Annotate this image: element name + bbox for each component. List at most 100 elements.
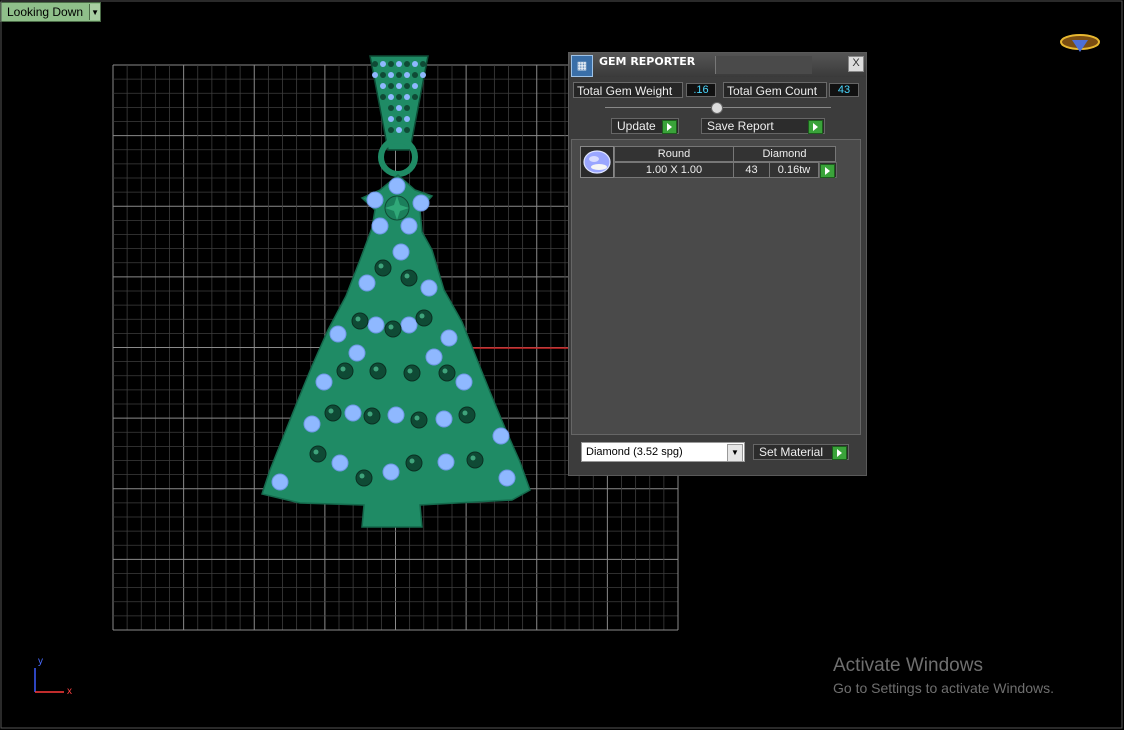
diamond-gem[interactable]: [412, 194, 430, 212]
diamond-gem[interactable]: [271, 473, 289, 491]
bail-gem: [388, 105, 394, 111]
diamond-gem[interactable]: [315, 373, 333, 391]
diamond-gem[interactable]: [331, 454, 349, 472]
axis-x-label: x: [67, 686, 72, 697]
bail-gem: [404, 83, 410, 89]
column-header-material: Diamond: [733, 146, 836, 162]
bail-gem: [372, 61, 378, 67]
play-icon: [832, 446, 847, 460]
bail-gem: [396, 116, 402, 122]
bead-highlight: [313, 449, 319, 455]
diamond-gem[interactable]: [400, 217, 418, 235]
bead-ornament: [458, 406, 476, 424]
bead-highlight: [328, 408, 334, 414]
bead-ornament: [405, 454, 423, 472]
column-header-shape: Round: [614, 146, 734, 162]
bead-highlight: [355, 316, 361, 322]
bead-highlight: [378, 263, 384, 269]
bead-ornament: [403, 364, 421, 382]
diamond-gem[interactable]: [371, 217, 389, 235]
bail-gem: [396, 83, 402, 89]
gem-reporter-titlebar[interactable]: ▦ GEM REPORTER X: [569, 53, 866, 77]
bead-highlight: [373, 366, 379, 372]
orientation-widget[interactable]: [1060, 34, 1100, 52]
bead-ornament: [363, 407, 381, 425]
diamond-gem[interactable]: [358, 274, 376, 292]
diamond-gem[interactable]: [435, 410, 453, 428]
gem-list: Round Diamond 1.00 X 1.00 43 0.16tw: [571, 139, 861, 435]
bail-gem: [404, 94, 410, 100]
titlebar-tab: [715, 56, 812, 74]
diamond-gem[interactable]: [455, 373, 473, 391]
gem-count-cell: 43: [733, 162, 770, 178]
gem-reporter-panel: ▦ GEM REPORTER X Total Gem Weight .16 To…: [568, 52, 867, 476]
bail-gem: [412, 94, 418, 100]
diamond-gem[interactable]: [303, 415, 321, 433]
update-button[interactable]: Update: [611, 118, 679, 134]
diamond-gem[interactable]: [329, 325, 347, 343]
gem-row-action-button[interactable]: [819, 162, 837, 178]
tree-model[interactable]: [261, 55, 531, 528]
diamond-gem[interactable]: [366, 191, 384, 209]
bead-highlight: [409, 458, 415, 464]
total-gem-count-value: 43: [829, 83, 859, 97]
bead-highlight: [442, 368, 448, 374]
bead-ornament: [355, 469, 373, 487]
diamond-gem[interactable]: [367, 316, 385, 334]
bead-highlight: [388, 324, 394, 330]
bail-gem: [388, 61, 394, 67]
diamond-gem[interactable]: [437, 453, 455, 471]
bail-gem: [388, 83, 394, 89]
chevron-down-icon[interactable]: ▼: [727, 444, 743, 462]
bail-gem: [388, 127, 394, 133]
diamond-gem[interactable]: [387, 406, 405, 424]
bead-ornament: [410, 411, 428, 429]
play-icon: [808, 120, 823, 134]
bead-highlight: [340, 366, 346, 372]
bail-gem: [396, 127, 402, 133]
diamond-gem[interactable]: [388, 177, 406, 195]
bead-highlight: [419, 313, 425, 319]
gem-thumbnail[interactable]: [580, 146, 614, 178]
bead-highlight: [367, 411, 373, 417]
total-gem-weight-label: Total Gem Weight: [573, 82, 683, 98]
close-icon[interactable]: X: [848, 56, 864, 72]
bead-highlight: [414, 415, 420, 421]
bead-highlight: [470, 455, 476, 461]
viewport-canvas[interactable]: [0, 0, 1124, 730]
diamond-gem[interactable]: [440, 329, 458, 347]
bail-gem: [396, 94, 402, 100]
diamond-gem[interactable]: [392, 243, 410, 261]
bead-ornament: [384, 320, 402, 338]
bead-highlight: [462, 410, 468, 416]
axis-y-label: y: [38, 656, 43, 667]
bail-gem: [396, 72, 402, 78]
update-button-label: Update: [617, 119, 656, 133]
bail-gem: [396, 61, 402, 67]
total-gem-count-label: Total Gem Count: [723, 82, 827, 98]
diamond-gem[interactable]: [382, 463, 400, 481]
bead-ornament: [374, 259, 392, 277]
bail-gem: [388, 116, 394, 122]
save-report-button[interactable]: Save Report: [701, 118, 825, 134]
set-material-button-label: Set Material: [759, 445, 824, 459]
diamond-gem[interactable]: [498, 469, 516, 487]
bail-gem: [380, 61, 386, 67]
bail-gem: [420, 61, 426, 67]
material-select[interactable]: Diamond (3.52 spg) ▼: [581, 442, 745, 462]
diamond-gem[interactable]: [420, 279, 438, 297]
diamond-gem[interactable]: [400, 316, 418, 334]
bead-ornament: [309, 445, 327, 463]
split-slider-handle[interactable]: [711, 102, 723, 114]
bail-gem: [380, 94, 386, 100]
diamond-gem[interactable]: [344, 404, 362, 422]
diamond-gem[interactable]: [348, 344, 366, 362]
bead-highlight: [404, 273, 410, 279]
bead-highlight: [359, 473, 365, 479]
diamond-gem[interactable]: [425, 348, 443, 366]
diamond-gem[interactable]: [492, 427, 510, 445]
bail-gem: [396, 105, 402, 111]
set-material-button[interactable]: Set Material: [753, 444, 849, 460]
gem-weight-cell: 0.16tw: [769, 162, 819, 178]
bead-highlight: [407, 368, 413, 374]
